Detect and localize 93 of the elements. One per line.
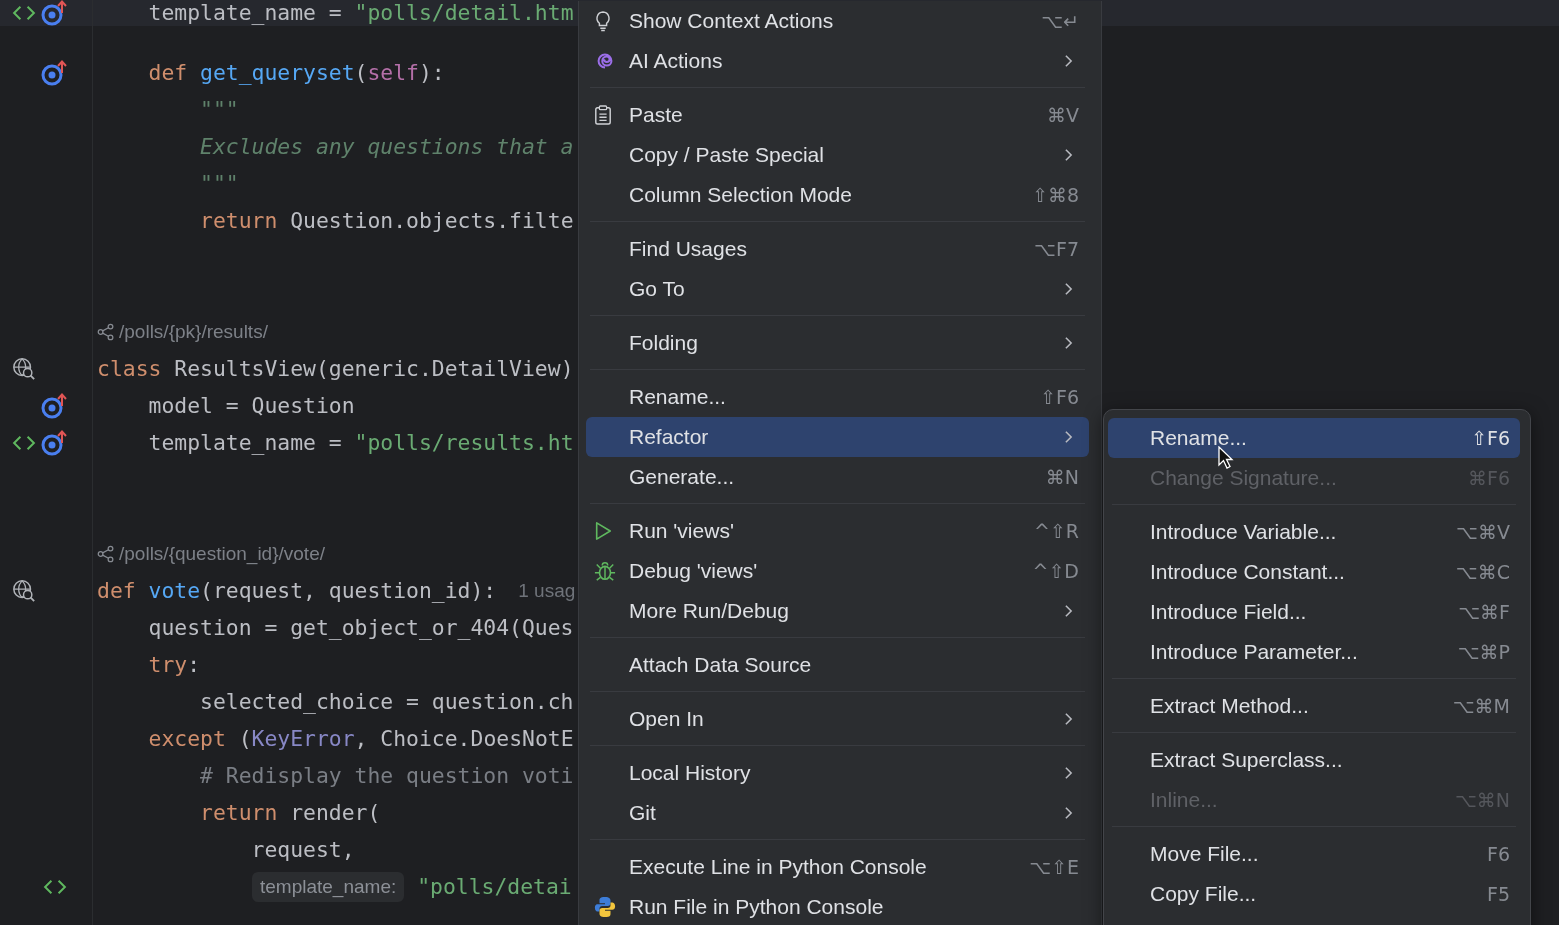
play-icon bbox=[594, 521, 612, 541]
menu-item[interactable]: Extract Method... ⌥⌘M bbox=[1108, 686, 1520, 726]
code-line: selected_choice = question.ch bbox=[199, 689, 574, 714]
menu-item[interactable]: Extract Superclass... bbox=[1108, 740, 1520, 780]
globe-search-icon[interactable] bbox=[11, 356, 36, 381]
code-line: Excludes any questions that a bbox=[199, 134, 574, 159]
chevron-icon bbox=[1064, 54, 1073, 68]
keyboard-shortcut: ⌥⌘V bbox=[1456, 521, 1510, 543]
override-icon[interactable] bbox=[40, 0, 69, 26]
menu-item[interactable]: Go To bbox=[586, 269, 1089, 309]
code-line: model = Question bbox=[147, 393, 355, 418]
menu-item[interactable]: More Run/Debug bbox=[586, 591, 1089, 631]
share-icon bbox=[97, 322, 115, 341]
bug-icon bbox=[594, 560, 616, 582]
menu-item[interactable]: Column Selection Mode ⇧⌘8 bbox=[586, 175, 1089, 215]
menu-item[interactable]: Copy File... F5 bbox=[1108, 874, 1520, 914]
menu-item[interactable]: Attach Data Source bbox=[586, 645, 1089, 685]
chevron-icon bbox=[1064, 430, 1073, 444]
menu-item[interactable]: Copy / Paste Special bbox=[586, 135, 1089, 175]
menu-item[interactable]: Generate... ⌘N bbox=[586, 457, 1089, 497]
keyboard-shortcut: ^⇧D bbox=[1032, 560, 1079, 582]
mouse-cursor-icon bbox=[1218, 446, 1234, 470]
keyboard-shortcut: ⇧F6 bbox=[1471, 427, 1510, 449]
code-line: class ResultsView(generic.DetailView) bbox=[97, 356, 574, 381]
menu-item[interactable]: Git bbox=[586, 793, 1089, 833]
code-line: except (KeyError, Choice.DoesNotE bbox=[147, 726, 574, 751]
code-line: template_name = "polls/detail.htm bbox=[147, 0, 574, 25]
menu-item[interactable]: Refactor bbox=[586, 417, 1089, 457]
keyboard-shortcut: F5 bbox=[1486, 883, 1510, 905]
markup-icon bbox=[41, 877, 68, 896]
markup-icon bbox=[10, 433, 37, 452]
share-icon bbox=[97, 544, 115, 563]
menu-item[interactable]: Find Usages ⌥F7 bbox=[586, 229, 1089, 269]
keyboard-shortcut: ⌘V bbox=[1047, 104, 1079, 126]
menu-item[interactable]: Debug 'views' ^⇧D bbox=[586, 551, 1089, 591]
override-icon[interactable] bbox=[40, 392, 69, 419]
menu-item[interactable]: Introduce Parameter... ⌥⌘P bbox=[1108, 632, 1520, 672]
route-hint[interactable]: /polls/{pk}/results/ bbox=[119, 320, 268, 343]
code-line: request, bbox=[250, 837, 355, 862]
override-icon[interactable] bbox=[40, 429, 69, 456]
chevron-icon bbox=[1064, 282, 1073, 296]
menu-item[interactable]: Rename... ⇧F6 bbox=[586, 377, 1089, 417]
code-line: try: bbox=[147, 652, 201, 677]
code-line: "polls/detai bbox=[416, 874, 572, 899]
python-icon bbox=[594, 896, 616, 918]
markup-icon bbox=[10, 4, 37, 22]
keyboard-shortcut: ⌘N bbox=[1045, 466, 1079, 488]
lightbulb-icon bbox=[594, 10, 612, 32]
keyboard-shortcut: ⇧⌘8 bbox=[1032, 184, 1079, 206]
code-line: question = get_object_or_404(Ques bbox=[147, 615, 574, 640]
menu-item[interactable]: Local History bbox=[586, 753, 1089, 793]
menu-item[interactable]: Rename... ⇧F6 bbox=[1108, 418, 1520, 458]
keyboard-shortcut: ⌥↵ bbox=[1041, 10, 1079, 32]
code-line: def get_queryset(self): bbox=[147, 60, 445, 85]
chevron-icon bbox=[1064, 712, 1073, 726]
keyboard-shortcut: ^⇧R bbox=[1033, 520, 1079, 542]
code-line: """ bbox=[199, 97, 239, 122]
menu-item[interactable]: Paste ⌘V bbox=[586, 95, 1089, 135]
keyboard-shortcut: ⌥⌘P bbox=[1457, 641, 1510, 663]
menu-item[interactable]: Introduce Constant... ⌥⌘C bbox=[1108, 552, 1520, 592]
code-line: template_name = "polls/results.ht bbox=[147, 430, 574, 455]
code-line: return render( bbox=[199, 800, 381, 825]
menu-item[interactable]: AI Actions bbox=[586, 41, 1089, 81]
menu-item[interactable]: Move File... F6 bbox=[1108, 834, 1520, 874]
menu-item[interactable]: Run 'views' ^⇧R bbox=[586, 511, 1089, 551]
keyboard-shortcut: ⌥F7 bbox=[1034, 238, 1079, 260]
clipboard-icon bbox=[594, 104, 612, 126]
chevron-icon bbox=[1064, 604, 1073, 618]
code-line: return Question.objects.filte bbox=[199, 208, 574, 233]
code-line: """ bbox=[199, 171, 239, 196]
keyboard-shortcut: ⌥⌘F bbox=[1458, 601, 1510, 623]
keyboard-shortcut: ⌥⌘C bbox=[1455, 561, 1510, 583]
menu-item[interactable]: Run File in Python Console bbox=[586, 887, 1089, 925]
chevron-icon bbox=[1064, 148, 1073, 162]
code-line: def vote(request, question_id): bbox=[97, 578, 497, 603]
chevron-icon bbox=[1064, 806, 1073, 820]
chevron-icon bbox=[1064, 766, 1073, 780]
keyboard-shortcut: ⌥⌘M bbox=[1452, 695, 1510, 717]
globe-search-icon[interactable] bbox=[11, 578, 36, 603]
menu-item[interactable]: Introduce Field... ⌥⌘F bbox=[1108, 592, 1520, 632]
menu-item[interactable]: Introduce Variable... ⌥⌘V bbox=[1108, 512, 1520, 552]
menu-item[interactable]: Show Context Actions ⌥↵ bbox=[586, 1, 1089, 41]
menu-item[interactable]: Open In bbox=[586, 699, 1089, 739]
override-icon[interactable] bbox=[40, 59, 69, 86]
code-line: # Redisplay the question voti bbox=[199, 763, 574, 788]
keyboard-shortcut: F6 bbox=[1486, 843, 1510, 865]
parameter-hint: template_name: bbox=[252, 871, 405, 902]
menu-item[interactable]: Execute Line in Python Console ⌥⇧E bbox=[586, 847, 1089, 887]
keyboard-shortcut: ⇧F6 bbox=[1040, 386, 1079, 408]
route-hint[interactable]: /polls/{question_id}/vote/ bbox=[119, 542, 325, 565]
chevron-icon bbox=[1064, 336, 1073, 350]
menu-item[interactable]: Folding bbox=[586, 323, 1089, 363]
keyboard-shortcut: ⌥⇧E bbox=[1029, 856, 1079, 878]
